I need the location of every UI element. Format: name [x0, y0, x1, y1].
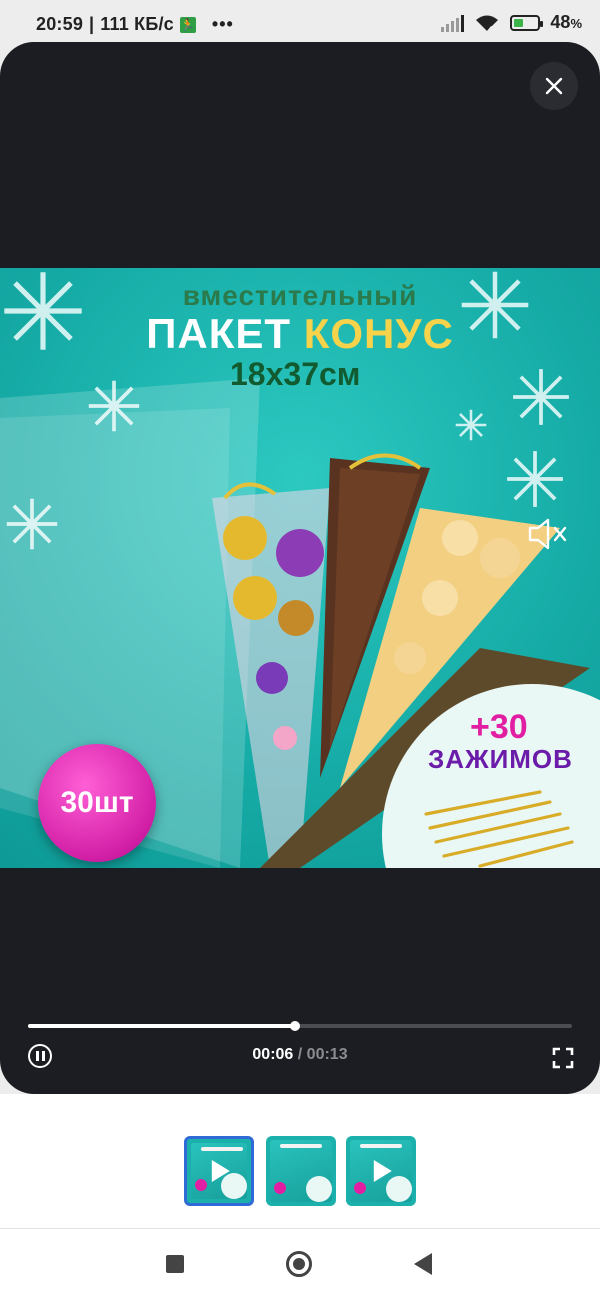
- progress-handle[interactable]: [289, 1021, 300, 1031]
- close-button[interactable]: [530, 62, 578, 110]
- wifi-icon: [476, 15, 499, 31]
- progress-bar[interactable]: [28, 1021, 572, 1031]
- time-display: 00:06 / 00:13: [252, 1046, 348, 1063]
- signal-icon: [441, 14, 465, 32]
- triangle-back-icon[interactable]: [414, 1253, 432, 1275]
- square-icon[interactable]: [166, 1255, 184, 1273]
- status-speed: 111 КБ/с: [100, 14, 174, 34]
- thumbnail-1[interactable]: [184, 1136, 254, 1206]
- thumbnail-strip: [0, 1094, 600, 1228]
- play-icon: [373, 1160, 392, 1182]
- mute-icon[interactable]: [526, 514, 570, 554]
- video-title-line2: ПАКЕТ КОНУС: [146, 310, 454, 357]
- battery-percent: 48: [550, 12, 571, 32]
- status-bar: 20:59 | 111 КБ/с 🏃 ••• 48%: [0, 0, 600, 44]
- play-icon: [211, 1160, 230, 1182]
- more-icon: •••: [211, 14, 234, 34]
- thumbnail-3[interactable]: [346, 1136, 416, 1206]
- system-nav-bar: [0, 1228, 600, 1300]
- status-right: 48%: [441, 12, 582, 33]
- fullscreen-icon[interactable]: [552, 1047, 574, 1069]
- clips-count: +30: [470, 708, 528, 746]
- running-icon: 🏃: [179, 16, 196, 33]
- thumbnail-2[interactable]: [266, 1136, 336, 1206]
- video-frame[interactable]: вместительный ПАКЕТ КОНУС 18х37см 30шт +…: [0, 268, 600, 868]
- close-icon: [545, 77, 563, 95]
- circle-home-icon[interactable]: [286, 1251, 312, 1277]
- count-badge: 30шт: [38, 744, 156, 862]
- battery-icon: [510, 14, 544, 31]
- video-title-size: 18х37см: [230, 356, 361, 392]
- total-time: 00:13: [306, 1046, 348, 1063]
- video-title-line1: вместительный: [182, 280, 418, 311]
- status-left: 20:59 | 111 КБ/с 🏃 •••: [36, 14, 234, 34]
- video-player: вместительный ПАКЕТ КОНУС 18х37см 30шт +…: [0, 42, 600, 1094]
- gold-clips-icon: [424, 790, 574, 868]
- status-time: 20:59: [36, 14, 84, 34]
- current-time: 00:06: [252, 1046, 294, 1063]
- clips-label: ЗАЖИМОВ: [428, 744, 573, 774]
